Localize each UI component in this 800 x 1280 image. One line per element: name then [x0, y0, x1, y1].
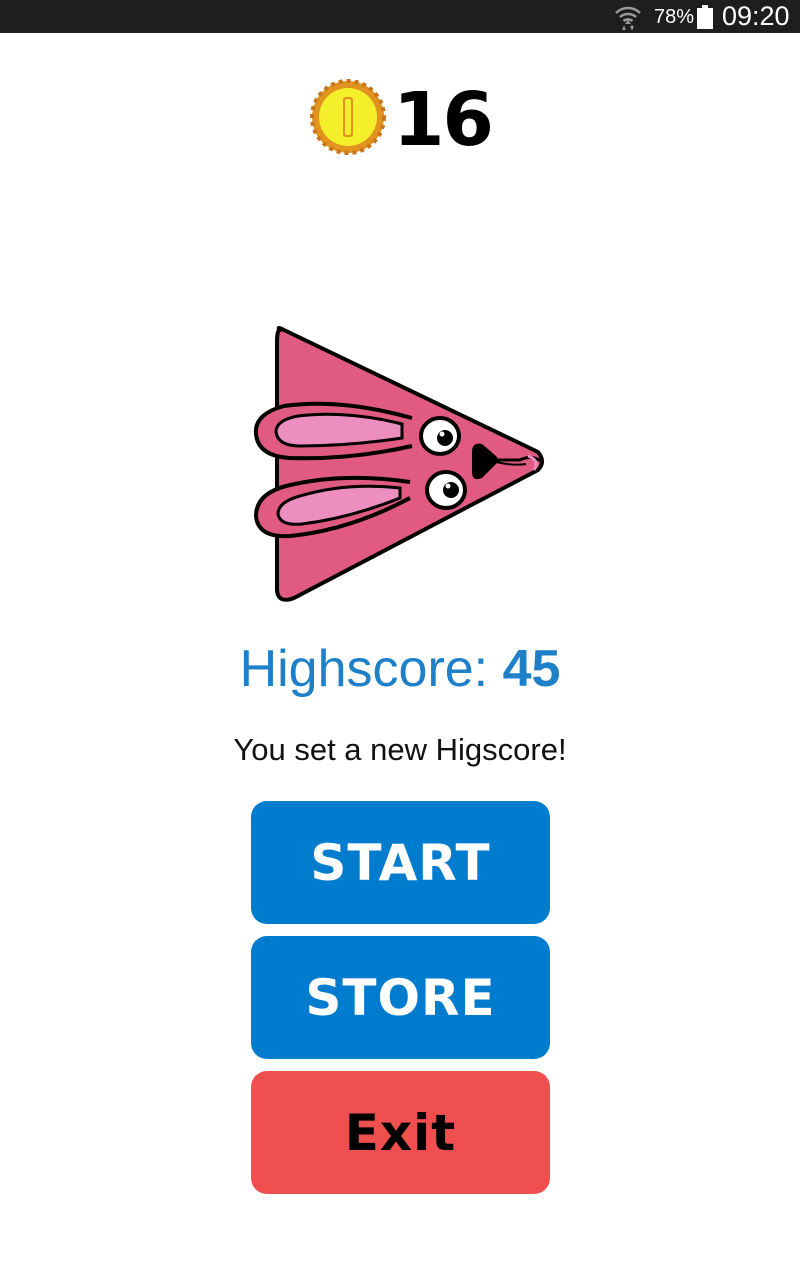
battery-percentage: 78%	[654, 6, 695, 28]
wifi-icon	[615, 6, 641, 30]
pink-bunny-character-icon	[253, 326, 544, 602]
clock: 09:20	[722, 1, 790, 31]
exit-button[interactable]: Exit	[251, 1071, 550, 1194]
new-highscore-message: You set a new Higscore!	[233, 732, 567, 767]
start-button-label: START	[310, 833, 491, 892]
coin-icon	[310, 79, 386, 155]
start-button[interactable]: START	[251, 801, 550, 924]
highscore: Highscore: 45	[0, 638, 800, 700]
battery-icon	[697, 5, 713, 29]
highscore-label: Highscore:	[239, 640, 503, 698]
highscore-value: 45	[502, 640, 561, 698]
store-button-label: STORE	[305, 968, 496, 1027]
exit-button-label: Exit	[344, 1103, 457, 1162]
game-menu-screen: 78% 09:20 16 Highscore: 45 You set a new…	[0, 0, 800, 1280]
coin-count: 16	[393, 77, 494, 163]
status-bar: 78% 09:20	[0, 0, 800, 33]
store-button[interactable]: STORE	[251, 936, 550, 1059]
